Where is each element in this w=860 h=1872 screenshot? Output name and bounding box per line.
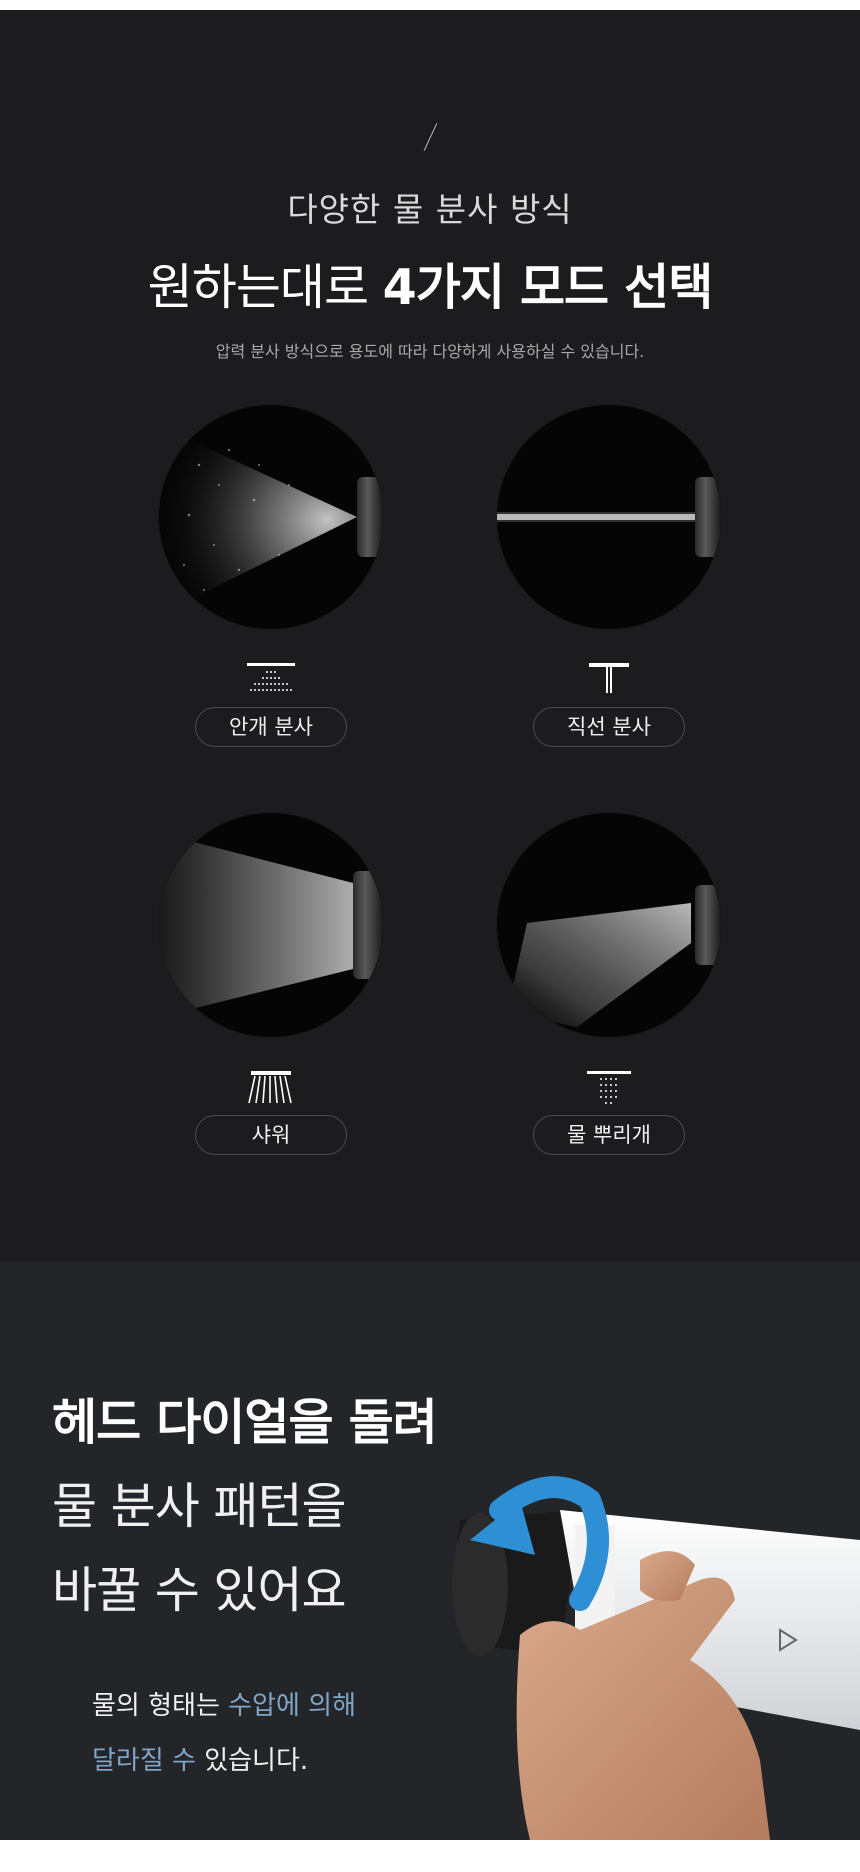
section-title: 원하는대로 4가지 모드 선택 (0, 248, 860, 319)
mist-spray-illustration (159, 435, 357, 605)
sprinkler-spray-illustration (507, 903, 691, 1027)
jet-spray-photo (497, 405, 721, 629)
sprinkler-spray-photo (497, 813, 721, 1037)
mode-card-shower: 샤워 (156, 813, 386, 1155)
product-detail-page: 다양한 물 분사 방식 원하는대로 4가지 모드 선택 압력 분사 방식으로 용… (0, 0, 860, 1872)
note-highlight-1: 수압에 의해 (228, 1691, 357, 1721)
nozzle (695, 477, 721, 557)
mode-card-jet: 직선 분사 (494, 405, 724, 747)
nozzle (695, 885, 721, 965)
section-description: 압력 분사 방식으로 용도에 따라 다양하게 사용하실 수 있습니다. (215, 342, 645, 361)
title-normal: 원하는대로 (147, 259, 369, 316)
mode-label-jet[interactable]: 직선 분사 (533, 707, 685, 747)
title-bold: 4가지 모드 선택 (382, 259, 714, 316)
note-line-2: 달라질 수 있습니다. (92, 1740, 308, 1777)
mist-icon (247, 663, 295, 691)
dial-heading-bold: 헤드 다이얼을 돌려 (52, 1394, 438, 1451)
sprinkler-icon (587, 1071, 631, 1104)
mode-label-mist[interactable]: 안개 분사 (195, 707, 347, 747)
note-plain-1: 물의 형태는 (92, 1691, 229, 1721)
nozzle (353, 871, 383, 979)
mode-card-mist: 안개 분사 (156, 405, 386, 747)
note-plain-2: 있습니다. (195, 1746, 309, 1776)
section-subtitle: 다양한 물 분사 방식 (287, 190, 573, 229)
jet-spray-illustration (497, 512, 695, 522)
hand-rotating-dial-photo (440, 1430, 860, 1870)
nozzle (357, 477, 383, 557)
shower-spray-illustration (159, 833, 353, 1017)
mode-card-sprinkler: 물 뿌리개 (494, 813, 724, 1155)
mode-label-sprinkler[interactable]: 물 뿌리개 (533, 1115, 685, 1155)
hand-dial-illustration (452, 1476, 860, 1840)
note-highlight-2: 달라질 수 (92, 1746, 196, 1776)
mode-label-shower[interactable]: 샤워 (195, 1115, 347, 1155)
shower-spray-photo (159, 813, 383, 1037)
shower-icon (248, 1071, 292, 1104)
dial-heading-line3: 바꿀 수 있어요 (52, 1562, 347, 1619)
jet-icon (589, 663, 629, 693)
mist-spray-photo (159, 405, 383, 629)
dial-heading-line2: 물 분사 패턴을 (52, 1478, 347, 1535)
note-line-1: 물의 형태는 수압에 의해 (92, 1685, 356, 1722)
